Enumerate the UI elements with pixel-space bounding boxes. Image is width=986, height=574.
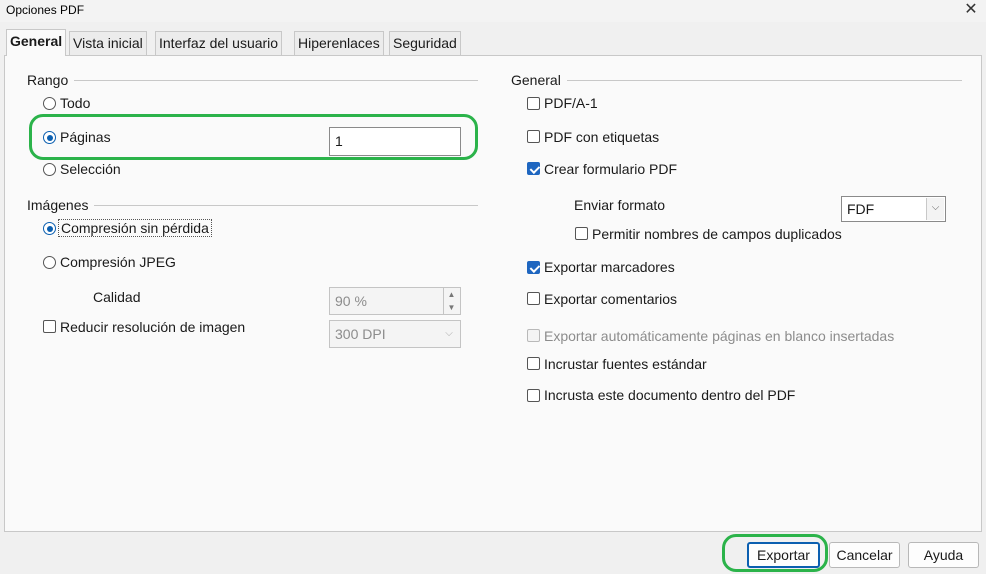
spin-down-icon[interactable]: ▼ [443, 301, 459, 314]
reducir-resolucion-label: Reducir resolución de imagen [60, 319, 246, 335]
exportar-highlight [722, 534, 828, 572]
check-incrustar-fuentes[interactable] [527, 357, 540, 370]
imagenes-title: Imágenes [27, 197, 95, 213]
exportar-paginas-blanco-label: Exportar automáticamente páginas en blan… [544, 328, 895, 344]
check-crear-formulario[interactable] [527, 162, 540, 175]
chevron-down-icon: ⌵ [445, 328, 453, 339]
calidad-label: Calidad [93, 289, 141, 305]
check-exportar-comentarios[interactable] [527, 292, 540, 305]
general-separator [511, 80, 962, 81]
radio-todo[interactable] [43, 97, 56, 110]
check-reducir-resolucion[interactable] [43, 320, 56, 333]
calidad-value: 90 % [335, 293, 367, 309]
todo-label: Todo [60, 95, 91, 111]
crear-formulario-label: Crear formulario PDF [544, 161, 678, 177]
window-title: Opciones PDF [6, 3, 85, 17]
pdfa1-label: PDF/A-1 [544, 95, 598, 111]
ayuda-button[interactable]: Ayuda [908, 542, 979, 568]
check-pdf-etiquetas[interactable] [527, 130, 540, 143]
imagenes-separator [27, 205, 478, 206]
spin-up-icon[interactable]: ▲ [443, 288, 459, 301]
pdf-etiquetas-label: PDF con etiquetas [544, 129, 660, 145]
incrustar-fuentes-label: Incrustar fuentes estándar [544, 356, 707, 372]
tab-general[interactable]: General [6, 29, 67, 56]
tab-interfaz-usuario[interactable]: Interfaz del usuario [155, 31, 283, 55]
close-icon[interactable]: ✕ [956, 0, 986, 22]
permitir-nombres-label: Permitir nombres de campos duplicados [592, 226, 842, 242]
tab-hiperenlaces[interactable]: Hiperenlaces [294, 31, 384, 55]
rango-title: Rango [27, 72, 75, 88]
check-pdfa1[interactable] [527, 97, 540, 110]
enviar-formato-value: FDF [847, 201, 875, 217]
radio-compresion-jpeg[interactable] [43, 256, 56, 269]
calidad-spinbox[interactable]: 90 % [329, 287, 461, 315]
check-permitir-nombres[interactable] [575, 227, 588, 240]
rango-separator [27, 80, 478, 81]
compresion-jpeg-label: Compresión JPEG [60, 254, 176, 270]
exportar-comentarios-label: Exportar comentarios [544, 291, 678, 307]
title-bar [0, 0, 986, 22]
check-exportar-marcadores[interactable] [527, 261, 540, 274]
cancelar-button[interactable]: Cancelar [829, 542, 900, 568]
check-exportar-paginas-blanco [527, 329, 540, 342]
incrusta-documento-label: Incrusta este documento dentro del PDF [544, 387, 796, 403]
chevron-down-icon[interactable]: ⌵ [926, 198, 944, 220]
radio-compresion-sin-perdida[interactable] [43, 222, 56, 235]
seleccion-label: Selección [60, 161, 121, 177]
exportar-marcadores-label: Exportar marcadores [544, 259, 675, 275]
general-title: General [511, 72, 567, 88]
resolucion-value: 300 DPI [335, 326, 386, 342]
enviar-formato-label: Enviar formato [574, 197, 666, 213]
paginas-highlight [29, 114, 478, 160]
tab-vista-inicial[interactable]: Vista inicial [69, 31, 147, 55]
radio-seleccion[interactable] [43, 163, 56, 176]
tab-seguridad[interactable]: Seguridad [389, 31, 461, 55]
compresion-sin-perdida-label: Compresión sin pérdida [58, 219, 212, 237]
check-incrusta-documento[interactable] [527, 389, 540, 402]
